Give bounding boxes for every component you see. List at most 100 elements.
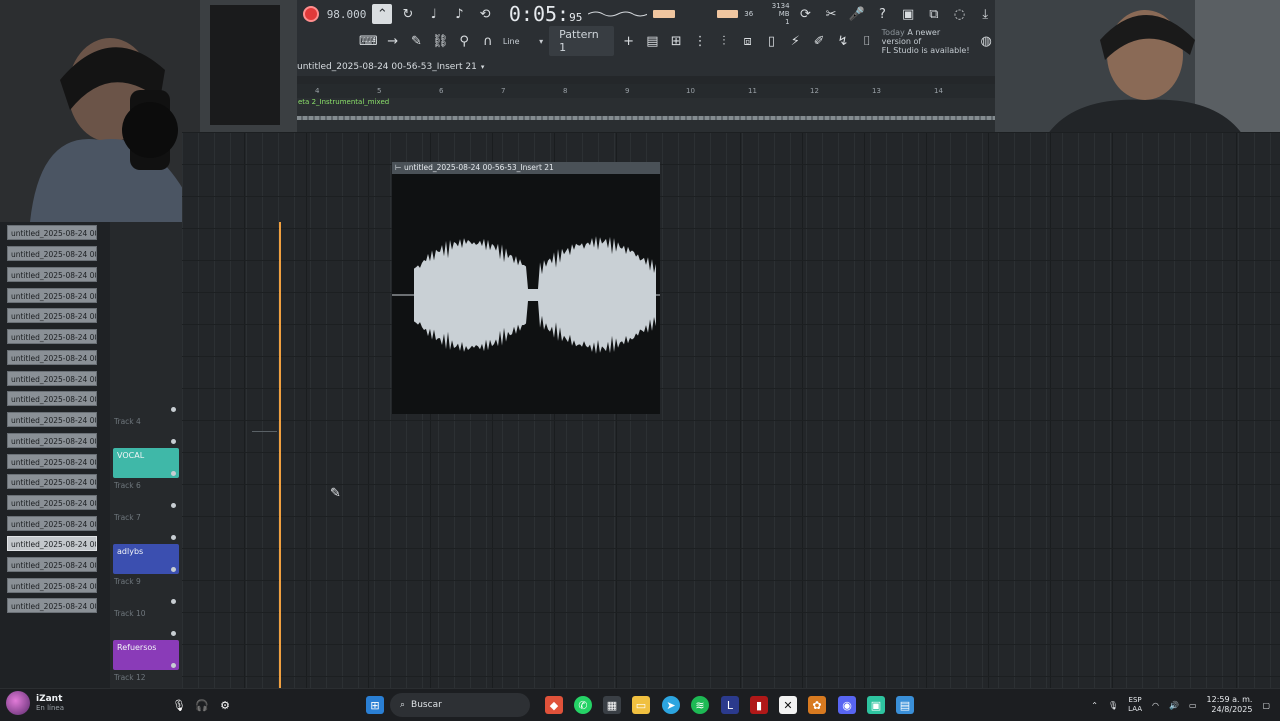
save-icon[interactable]: ▣: [898, 4, 918, 24]
track-mute-dot[interactable]: [171, 439, 176, 444]
language-indicator[interactable]: ESP LAA: [1128, 696, 1142, 714]
browser-item[interactable]: untitled_2025-08-24 00-...: [7, 329, 97, 344]
brush-icon[interactable]: ✐: [810, 31, 828, 51]
track-mute-dot[interactable]: [171, 663, 176, 668]
refresh-icon[interactable]: ⟳: [796, 4, 816, 24]
metronome-icon[interactable]: ⌃: [372, 4, 393, 24]
playlist-title-dropdown-icon[interactable]: ▾: [481, 63, 485, 71]
plugin-icon[interactable]: ⧉: [924, 4, 944, 24]
step-edit-icon[interactable]: ♩: [424, 4, 444, 24]
whatsapp-icon[interactable]: ✆: [574, 696, 592, 714]
playlist-scrollbar[interactable]: [297, 76, 995, 84]
chat-icon[interactable]: ◌: [950, 4, 970, 24]
headphones-icon[interactable]: 🎧: [193, 696, 211, 714]
link-icon[interactable]: ⛓: [431, 31, 449, 51]
battery-icon[interactable]: ▭: [1189, 701, 1197, 710]
browser-item[interactable]: untitled_2025-08-24 00-...: [7, 557, 97, 572]
track-label[interactable]: Track 10: [114, 609, 146, 618]
store-icon[interactable]: ▦: [603, 696, 621, 714]
brave-icon[interactable]: ◆: [545, 696, 563, 714]
discord-icon[interactable]: ◉: [838, 696, 856, 714]
playhead[interactable]: [279, 222, 281, 688]
track-mute-dot[interactable]: [171, 631, 176, 636]
track-label[interactable]: Track 9: [114, 577, 141, 586]
browser-item[interactable]: untitled_2025-08-24 00-...: [7, 267, 97, 282]
browser-item[interactable]: untitled_2025-08-24 00-...: [7, 433, 97, 448]
master-volume-slider[interactable]: [653, 10, 676, 18]
browser-item[interactable]: untitled_2025-08-24 00-...: [7, 308, 97, 323]
file-icon[interactable]: ▯: [763, 31, 781, 51]
stamp-icon[interactable]: ⚲: [455, 31, 473, 51]
playlist-title[interactable]: untitled_2025-08-24 00-56-53_Insert 21: [297, 62, 477, 72]
track-vocal[interactable]: VOCAL: [113, 448, 179, 478]
app-green-icon[interactable]: ▣: [867, 696, 885, 714]
browser-item[interactable]: untitled_2025-08-24 00-...: [7, 288, 97, 303]
track-adlybs[interactable]: adlybs: [113, 544, 179, 574]
track-mute-dot[interactable]: [171, 407, 176, 412]
capcut-icon[interactable]: ✕: [779, 696, 797, 714]
audio-clip[interactable]: ⊢ untitled_2025-08-24 00-56-53_Insert 21: [392, 162, 660, 414]
track-mute-dot[interactable]: [171, 503, 176, 508]
track-mute-dot[interactable]: [171, 599, 176, 604]
globe-icon[interactable]: ◍: [977, 31, 995, 51]
loop-record-icon[interactable]: ↻: [398, 4, 418, 24]
snap-select[interactable]: Line: [503, 37, 533, 46]
browser-item[interactable]: untitled_2025-08-24 00-...: [7, 516, 97, 531]
browser-item[interactable]: untitled_2025-08-24 00-...: [7, 495, 97, 510]
piano-roll-icon[interactable]: ⋮: [691, 31, 709, 51]
magnet-icon[interactable]: ∩: [479, 31, 497, 51]
download-icon[interactable]: ⤓: [975, 4, 995, 24]
browser-item[interactable]: untitled_2025-08-24 00-...: [7, 391, 97, 406]
hint-icon[interactable]: ↯: [834, 31, 852, 51]
spotify-icon[interactable]: ≋: [691, 696, 709, 714]
windows-start-icon[interactable]: ⊞: [366, 696, 384, 714]
track-mute-dot[interactable]: [171, 567, 176, 572]
audio-clip-header[interactable]: ⊢ untitled_2025-08-24 00-56-53_Insert 21: [392, 162, 660, 174]
browser-item[interactable]: untitled_2025-08-24 00-...: [7, 578, 97, 593]
tempo-display[interactable]: 98.000: [327, 8, 367, 21]
telegram-icon[interactable]: ➤: [662, 696, 680, 714]
channel-rack-icon[interactable]: ⊞: [667, 31, 685, 51]
blend-notes-icon[interactable]: ♪: [450, 4, 470, 24]
app-red-icon[interactable]: ▮: [750, 696, 768, 714]
browser-item-selected[interactable]: untitled_2025-08-24 00-...: [7, 536, 97, 551]
wifi-icon[interactable]: ◠: [1152, 701, 1159, 710]
settings-gear-icon[interactable]: ⚙: [216, 696, 234, 714]
plug-icon[interactable]: ⚡: [786, 31, 804, 51]
track-label[interactable]: Track 6: [114, 481, 141, 490]
snap-dropdown-icon[interactable]: ▾: [539, 37, 543, 46]
mic-icon[interactable]: 🎤: [847, 4, 867, 24]
record-button[interactable]: [301, 4, 321, 24]
keyboard-icon[interactable]: ⌨: [359, 31, 378, 51]
track-label[interactable]: Track 4: [114, 417, 141, 426]
notepad-icon[interactable]: ▤: [896, 696, 914, 714]
clock[interactable]: 12:59 a. m. 24/8/2025: [1207, 695, 1253, 715]
update-notice[interactable]: Today A newer version of FL Studio is av…: [882, 28, 972, 55]
app-l-icon[interactable]: L: [721, 696, 739, 714]
browser-item[interactable]: untitled_2025-08-24 00-...: [7, 474, 97, 489]
browser-item[interactable]: untitled_2025-08-24 00-...: [7, 225, 97, 240]
pattern-selector[interactable]: Pattern 1: [549, 26, 614, 56]
clip-menu-icon[interactable]: ⊢: [395, 163, 402, 172]
browser-item[interactable]: untitled_2025-08-24 00-...: [7, 371, 97, 386]
discord-user-panel[interactable]: iZant En línea: [6, 691, 64, 715]
track-refuersos[interactable]: Refuersos: [113, 640, 179, 670]
track-mute-dot[interactable]: [171, 471, 176, 476]
add-pattern-icon[interactable]: +: [620, 31, 638, 51]
track-mute-dot[interactable]: [171, 535, 176, 540]
cut-icon[interactable]: ✂: [821, 4, 841, 24]
browser-item[interactable]: untitled_2025-08-24 00-...: [7, 246, 97, 261]
volume-icon[interactable]: 🔊: [1169, 701, 1179, 710]
master-pitch-slider[interactable]: [716, 10, 739, 18]
browser-item[interactable]: untitled_2025-08-24 00-...: [7, 412, 97, 427]
tray-mic-icon[interactable]: 🎙: [1108, 701, 1118, 710]
track-label[interactable]: Track 7: [114, 513, 141, 522]
notifications-icon[interactable]: ▢: [1262, 701, 1270, 710]
draw-tool-icon[interactable]: ✎: [408, 31, 426, 51]
fl-studio-icon[interactable]: ✿: [808, 696, 826, 714]
arrow-right-icon[interactable]: →: [384, 31, 402, 51]
browser-icon[interactable]: ⧈: [739, 31, 757, 51]
cart-icon[interactable]: ⌷: [858, 31, 876, 51]
tray-expand-icon[interactable]: ⌃: [1091, 701, 1098, 710]
song-time-display[interactable]: 0:05:95: [509, 2, 582, 26]
